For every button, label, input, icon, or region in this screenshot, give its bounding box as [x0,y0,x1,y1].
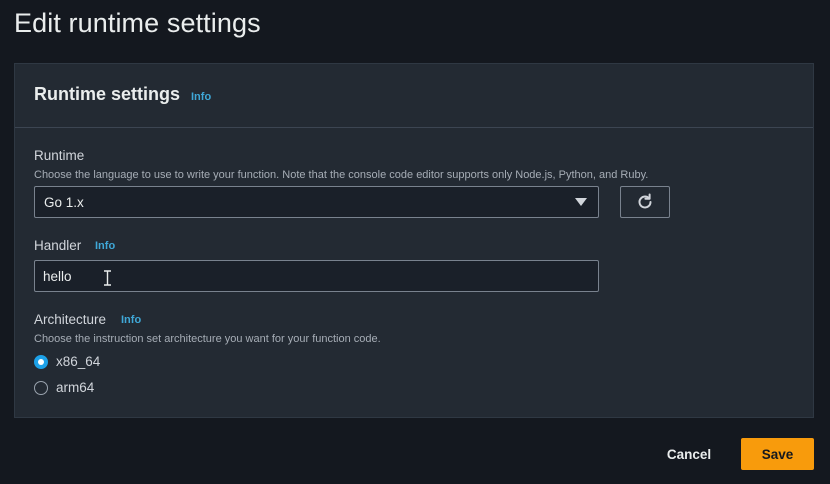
panel-title: Runtime settings [34,84,181,104]
radio-option-arm64[interactable]: arm64 [34,380,94,395]
architecture-label: Architecture [34,312,107,327]
radio-label: x86_64 [56,354,101,369]
runtime-settings-panel: Runtime settings Info Runtime Choose the… [14,63,814,418]
architecture-description: Choose the instruction set architecture … [34,333,381,345]
refresh-icon [638,193,652,209]
architecture-info-link[interactable]: Info [121,314,141,326]
cancel-button[interactable]: Cancel [660,438,718,470]
handler-info-link[interactable]: Info [95,240,115,252]
save-button[interactable]: Save [741,438,814,470]
runtime-settings-info-link[interactable]: Info [191,91,211,103]
page-title: Edit runtime settings [14,8,261,38]
runtime-description: Choose the language to use to write your… [34,169,649,181]
radio-label: arm64 [56,380,95,395]
handler-label: Handler [34,238,82,253]
text-cursor-icon [104,270,111,286]
runtime-select-value: Go 1.x [44,195,84,210]
radio-selected-icon[interactable] [34,354,48,369]
radio-unselected-icon[interactable] [34,380,48,395]
runtime-label: Runtime [34,148,85,163]
panel-header: Runtime settings Info [15,64,813,128]
runtime-select[interactable]: Go 1.x [34,186,599,218]
refresh-button[interactable] [620,186,670,218]
caret-down-icon [575,198,587,206]
radio-option-x86_64[interactable]: x86_64 [34,354,100,369]
handler-input[interactable] [34,260,599,292]
